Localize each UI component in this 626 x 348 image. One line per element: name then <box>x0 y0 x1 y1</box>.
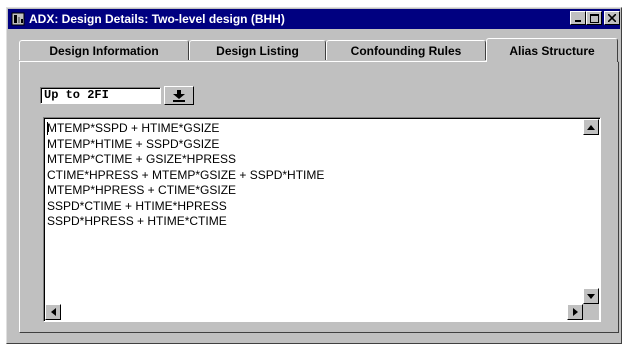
arrow-up-icon <box>587 124 595 130</box>
tab-label: Alias Structure <box>509 43 595 58</box>
scroll-down-button[interactable] <box>583 288 599 304</box>
alias-line: SSPD*HPRESS + HTIME*CTIME <box>47 214 227 228</box>
arrow-right-icon <box>572 308 578 316</box>
alias-line: MTEMP*CTIME + GSIZE*HPRESS <box>47 152 237 166</box>
scroll-up-button[interactable] <box>583 119 599 135</box>
minimize-icon <box>575 20 581 22</box>
tab-confounding-rules[interactable]: Confounding Rules <box>326 40 486 60</box>
alias-line: SSPD*CTIME + HTIME*HPRESS <box>47 198 227 213</box>
vertical-scrollbar[interactable] <box>583 119 599 304</box>
horizontal-scrollbar[interactable] <box>45 304 583 320</box>
maximize-button[interactable] <box>586 11 602 25</box>
maximize-icon <box>589 13 599 23</box>
dropdown-button[interactable] <box>164 86 194 105</box>
alias-line: MTEMP*HTIME + SSPD*GSIZE <box>47 136 220 151</box>
tab-label: Confounding Rules <box>350 43 462 58</box>
scrollbar-corner <box>583 304 599 320</box>
alias-structure-textarea[interactable]: MTEMP*SSPD + HTIME*GSIZE MTEMP*HTIME + S… <box>43 117 601 322</box>
scroll-right-button[interactable] <box>567 304 583 320</box>
tab-strip: Design Information Design Listing Confou… <box>19 38 619 62</box>
app-icon[interactable] <box>10 11 26 27</box>
scroll-left-button[interactable] <box>45 304 61 320</box>
tab-alias-structure[interactable]: Alias Structure <box>486 38 618 62</box>
alias-level-dropdown[interactable]: Up to 2FI <box>40 86 194 105</box>
dropdown-arrow-icon <box>173 89 185 102</box>
tab-design-information[interactable]: Design Information <box>19 40 189 60</box>
tab-label: Design Listing <box>216 43 299 58</box>
alias-level-value[interactable]: Up to 2FI <box>40 87 161 104</box>
alias-lines: MTEMP*SSPD + HTIME*GSIZE MTEMP*HTIME + S… <box>47 121 324 230</box>
window-title: ADX: Design Details: Two-level design (B… <box>29 12 285 26</box>
tab-label: Design Information <box>49 43 159 58</box>
alias-line: MTEMP*HPRESS + CTIME*GSIZE <box>47 183 237 197</box>
tab-design-listing[interactable]: Design Listing <box>189 40 326 60</box>
arrow-left-icon <box>50 308 56 316</box>
minimize-button[interactable] <box>570 11 586 25</box>
close-button[interactable] <box>604 11 620 25</box>
close-icon <box>608 14 616 22</box>
alias-line: CTIME*HPRESS + MTEMP*GSIZE + SSPD*HTIME <box>47 167 325 182</box>
design-details-window: ADX: Design Details: Two-level design (B… <box>6 7 622 344</box>
title-bar[interactable]: ADX: Design Details: Two-level design (B… <box>8 9 620 29</box>
window-controls <box>570 11 620 25</box>
arrow-down-icon <box>587 293 595 299</box>
alias-structure-panel: Up to 2FI MTEMP*SSPD + HTIME*GSIZE MTEMP… <box>19 61 619 333</box>
alias-line: MTEMP*SSPD + HTIME*GSIZE <box>47 121 220 135</box>
